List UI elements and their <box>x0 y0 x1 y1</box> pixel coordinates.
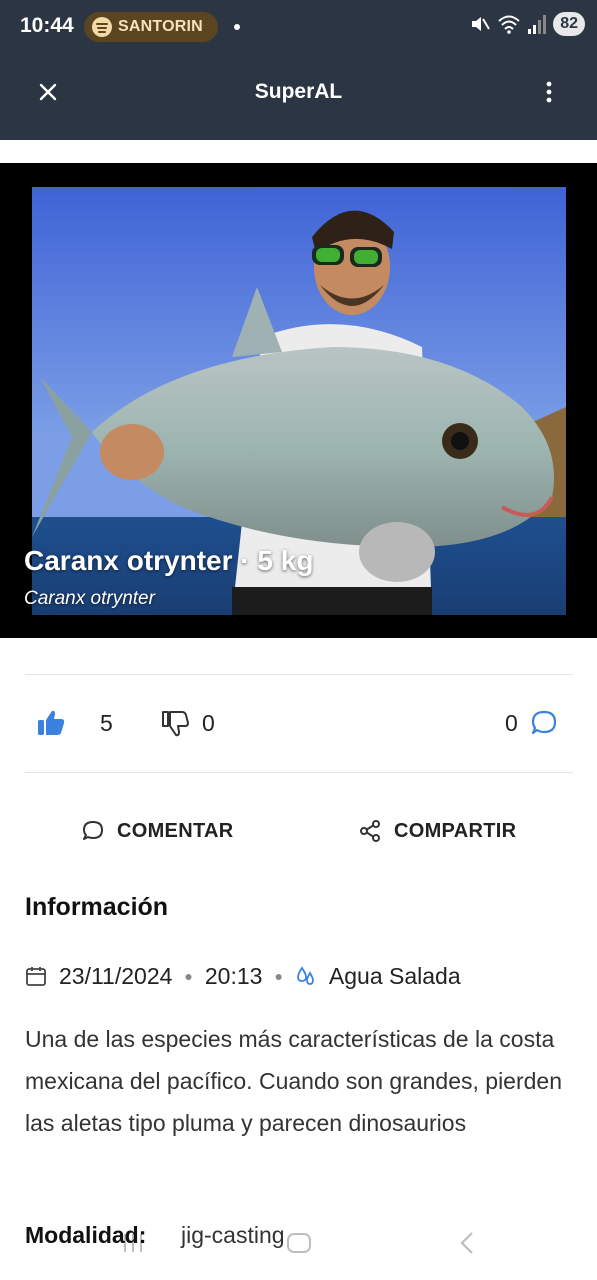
thumbs-down-icon <box>162 711 189 737</box>
water-drops-icon <box>297 966 314 985</box>
share-icon <box>360 820 380 842</box>
thumbs-up-icon <box>38 710 65 735</box>
like-count: 5 <box>100 709 113 736</box>
share-label: COMPARTIR <box>394 819 517 842</box>
catch-meta: 23/11/2024 ● 20:13 ● Agua Salada <box>25 958 461 994</box>
comment-bubble-icon <box>531 710 556 735</box>
comment-label: COMENTAR <box>117 819 234 842</box>
dislike-count: 0 <box>202 709 215 736</box>
notification-dot <box>234 24 240 30</box>
more-vert-icon[interactable] <box>535 78 563 106</box>
comments-indicator[interactable]: 0 <box>505 703 558 743</box>
wifi-icon <box>498 15 520 34</box>
spotify-icon <box>92 17 112 37</box>
separator-dot: ● <box>184 968 193 984</box>
media-pill[interactable]: SANTORIN <box>84 12 218 42</box>
app-bar: SuperAL <box>0 54 597 140</box>
media-title: SANTORIN <box>118 18 203 35</box>
system-icons: 82 <box>469 12 585 36</box>
home-nav-icon[interactable] <box>285 1230 313 1256</box>
comment-button[interactable]: COMENTAR <box>81 812 233 850</box>
back-nav-icon[interactable] <box>455 1230 481 1256</box>
mute-icon <box>472 17 491 31</box>
photo-title: Caranx otrynter · 5 kg <box>24 545 314 576</box>
photo-subtitle: Caranx otrynter <box>24 588 155 609</box>
comment-icon <box>83 821 103 840</box>
separator-dot: ● <box>274 968 283 984</box>
divider <box>25 674 573 675</box>
info-heading: Información <box>25 893 169 921</box>
divider <box>25 772 573 773</box>
status-bar: 10:44 SANTORIN 82 <box>0 0 597 54</box>
modality-value: jig-casting <box>181 1222 285 1248</box>
battery-indicator: 82 <box>553 12 585 36</box>
comment-count: 0 <box>505 709 518 736</box>
share-button[interactable]: COMPARTIR <box>358 812 516 850</box>
catch-date: 23/11/2024 <box>59 962 173 989</box>
catch-description: Una de las especies más características … <box>25 1026 563 1136</box>
status-time: 10:44 <box>20 14 74 37</box>
recents-nav-icon[interactable] <box>120 1230 146 1256</box>
dislike-button[interactable]: 0 <box>160 703 215 743</box>
water-type: Agua Salada <box>328 962 461 989</box>
app-title: SuperAL <box>254 80 343 103</box>
like-button[interactable] <box>36 703 66 743</box>
calendar-icon <box>26 967 46 986</box>
signal-icon <box>528 15 547 34</box>
catch-time: 20:13 <box>204 962 263 989</box>
